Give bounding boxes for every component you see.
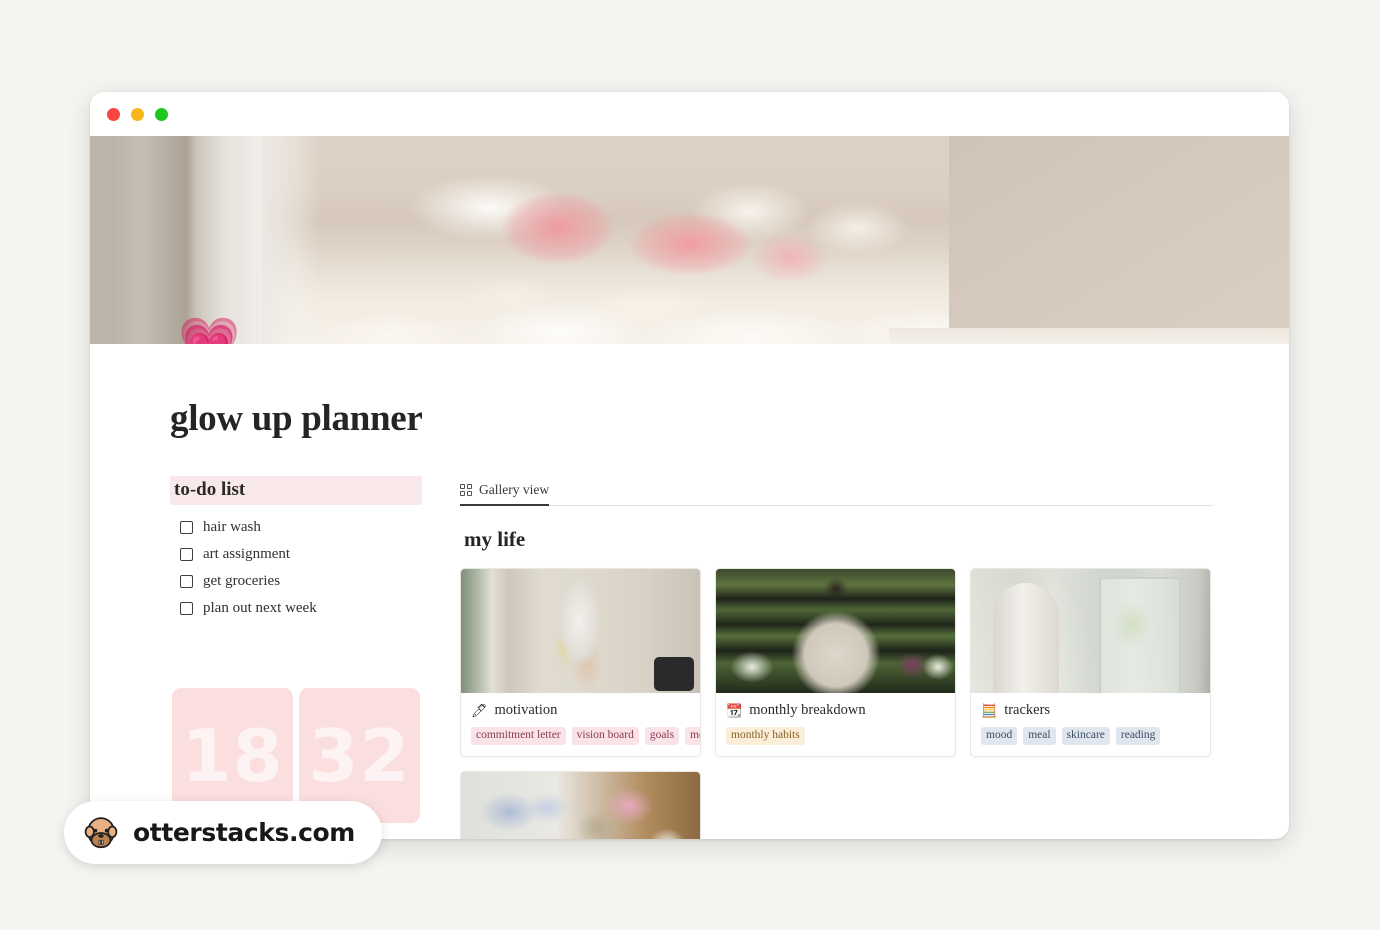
title-bar bbox=[90, 92, 1289, 136]
card-tags: commitment letter vision board goals me … bbox=[471, 727, 700, 745]
gallery-card[interactable] bbox=[460, 770, 701, 839]
card-image bbox=[461, 771, 700, 839]
browser-window: 💗 glow up planner to-do list hair wash a… bbox=[90, 92, 1289, 839]
tag[interactable]: monthly habits bbox=[726, 727, 805, 745]
gallery-card[interactable]: 🖊 motivation commitment letter vision bo… bbox=[460, 568, 701, 757]
card-image bbox=[971, 569, 1210, 693]
gallery-card[interactable]: 🧮 trackers mood meal skincare reading bbox=[970, 568, 1211, 757]
cover-image[interactable]: 💗 bbox=[90, 136, 1289, 344]
card-title: trackers bbox=[1004, 702, 1051, 718]
minimize-window-button[interactable] bbox=[131, 107, 144, 121]
tab-gallery-view-label: Gallery view bbox=[479, 482, 550, 497]
card-body: 🖊 motivation commitment letter vision bo… bbox=[461, 693, 700, 756]
todo-checkbox[interactable] bbox=[180, 602, 193, 615]
close-window-button[interactable] bbox=[107, 107, 120, 121]
database-title: my life bbox=[464, 527, 526, 551]
card-body: 🧮 trackers mood meal skincare reading bbox=[971, 693, 1210, 756]
abacus-icon: 🧮 bbox=[981, 703, 998, 718]
watermark-text: otterstacks.com bbox=[133, 818, 355, 847]
pencil-icon: 🖊 bbox=[471, 703, 488, 718]
database-view-tabs: Gallery view bbox=[460, 476, 1213, 506]
tag[interactable]: me time bbox=[685, 727, 700, 745]
otter-icon bbox=[84, 816, 118, 848]
card-tags: monthly habits bbox=[726, 727, 945, 745]
calendar-icon: 📆 bbox=[726, 703, 743, 718]
card-body: 📆 monthly breakdown monthly habits bbox=[716, 693, 955, 756]
tag[interactable]: reading bbox=[1115, 727, 1161, 745]
todo-label: hair wash bbox=[203, 519, 261, 535]
content-columns: to-do list hair wash art assignment get … bbox=[90, 476, 1289, 839]
gallery-grid: 🖊 motivation commitment letter vision bo… bbox=[460, 568, 1213, 839]
card-title: motivation bbox=[494, 702, 558, 718]
tab-gallery-view[interactable]: Gallery view bbox=[460, 482, 550, 506]
page-title: glow up planner bbox=[170, 398, 423, 439]
todo-checkbox[interactable] bbox=[180, 575, 193, 588]
card-title: monthly breakdown bbox=[749, 702, 866, 718]
todo-column: to-do list hair wash art assignment get … bbox=[170, 476, 422, 823]
tag[interactable]: vision board bbox=[571, 727, 639, 745]
card-tags: mood meal skincare reading bbox=[981, 727, 1200, 745]
todo-label: plan out next week bbox=[203, 600, 317, 616]
cover-wall-left bbox=[90, 136, 262, 344]
growing-heart-icon[interactable]: 💗 bbox=[178, 318, 240, 344]
card-image bbox=[716, 569, 955, 693]
page-body: glow up planner to-do list hair wash art… bbox=[90, 344, 1289, 839]
todo-item[interactable]: art assignment bbox=[170, 541, 422, 568]
tag[interactable]: meal bbox=[1023, 727, 1056, 745]
database-column: Gallery view my life 🖊 motivation commit… bbox=[460, 476, 1213, 839]
todo-checkbox[interactable] bbox=[180, 521, 193, 534]
card-title-row: 🧮 trackers bbox=[981, 702, 1200, 719]
maximize-window-button[interactable] bbox=[155, 107, 168, 121]
card-image bbox=[461, 569, 700, 693]
todo-checkbox[interactable] bbox=[180, 548, 193, 561]
todo-item[interactable]: get groceries bbox=[170, 568, 422, 595]
todo-item[interactable]: hair wash bbox=[170, 514, 422, 541]
tag[interactable]: mood bbox=[981, 727, 1018, 745]
gallery-grid-icon bbox=[460, 484, 472, 496]
tag[interactable]: commitment letter bbox=[471, 727, 566, 745]
card-title-row: 📆 monthly breakdown bbox=[726, 702, 945, 719]
cover-wall-edge bbox=[262, 136, 320, 344]
cover-wall-right bbox=[949, 136, 1289, 344]
card-title-row: 🖊 motivation bbox=[471, 702, 690, 719]
todo-label: art assignment bbox=[203, 546, 291, 562]
cover-baseboard bbox=[889, 328, 1289, 344]
tag[interactable]: skincare bbox=[1061, 727, 1110, 745]
tag[interactable]: goals bbox=[644, 727, 680, 745]
todo-list-heading: to-do list bbox=[170, 476, 422, 505]
todo-label: get groceries bbox=[203, 573, 281, 589]
gallery-card[interactable]: 📆 monthly breakdown monthly habits bbox=[715, 568, 956, 757]
watermark-badge: otterstacks.com bbox=[64, 801, 382, 864]
todo-item[interactable]: plan out next week bbox=[170, 595, 422, 622]
